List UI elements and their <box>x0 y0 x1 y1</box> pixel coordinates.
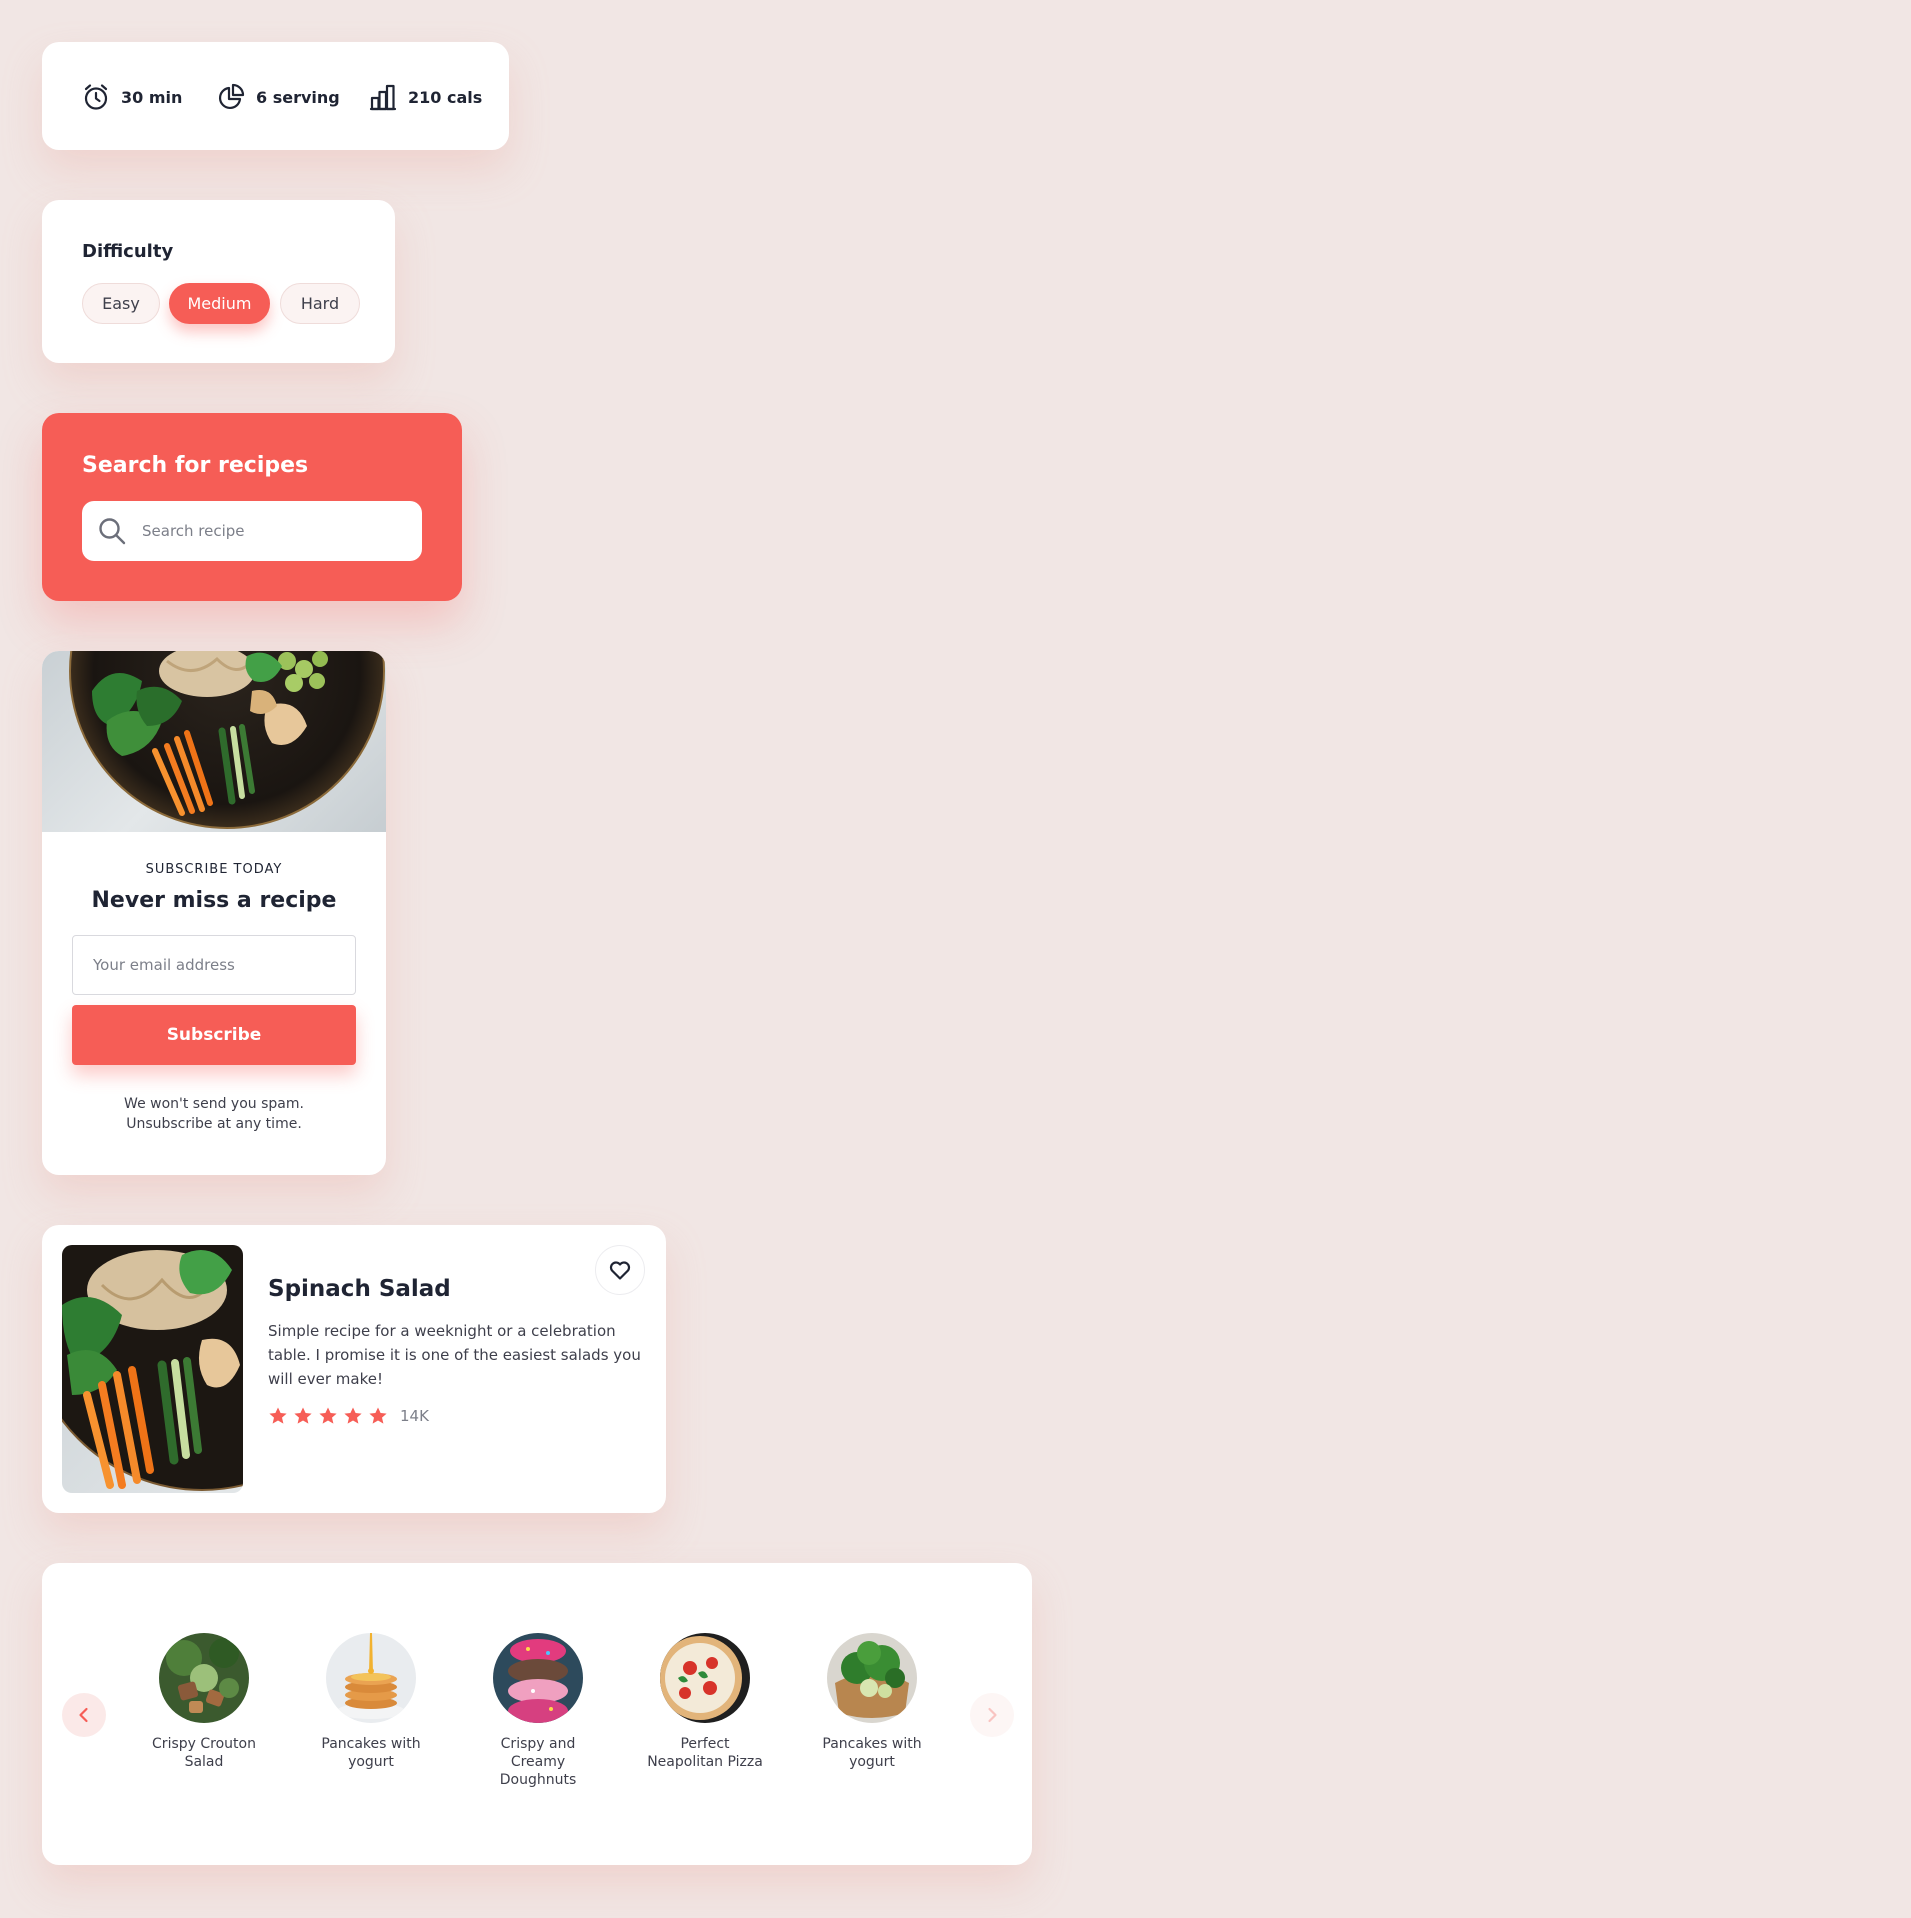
subscribe-note-line-2: Unsubscribe at any time. <box>126 1116 302 1132</box>
star-rating: 14K <box>268 1405 429 1427</box>
rating-count: 14K <box>400 1407 429 1425</box>
pancakes-thumbnail <box>326 1633 416 1723</box>
difficulty-option-medium[interactable]: Medium <box>169 283 270 324</box>
pie-chart-icon <box>218 83 245 110</box>
star-icon <box>318 1406 338 1426</box>
carousel-item-label: Crispy Crouton Salad <box>152 1736 256 1770</box>
subscribe-button[interactable]: Subscribe <box>72 1005 356 1065</box>
search-card: Search for recipes <box>42 413 462 601</box>
spinach-toast-thumbnail <box>827 1633 917 1723</box>
carousel-prev-button[interactable] <box>62 1693 106 1737</box>
stat-calories: 210 cals <box>368 82 482 112</box>
search-box[interactable] <box>82 501 422 561</box>
star-icon <box>368 1406 388 1426</box>
stat-time: 30 min <box>81 82 182 112</box>
alarm-clock-icon <box>84 84 108 110</box>
star-icon <box>343 1406 363 1426</box>
carousel-item-label: Pancakes with yogurt <box>321 1736 421 1770</box>
carousel-item-label: Pancakes with yogurt <box>822 1736 922 1770</box>
crouton-salad-thumbnail <box>159 1633 249 1723</box>
star-icon <box>293 1406 313 1426</box>
difficulty-title: Difficulty <box>82 241 174 262</box>
heart-icon <box>609 1261 631 1280</box>
recipe-carousel: Crispy Crouton Salad Pancakes with yogur… <box>42 1563 1032 1865</box>
email-field[interactable] <box>72 935 356 995</box>
recipe-card[interactable]: Spinach Salad Simple recipe for a weekni… <box>42 1225 666 1513</box>
stat-time-label: 30 min <box>121 87 183 107</box>
recipe-title[interactable]: Spinach Salad <box>268 1276 451 1302</box>
recipe-stats-card: 30 min 6 serving 210 cals <box>42 42 509 150</box>
recipe-description: Simple recipe for a weeknight or a celeb… <box>268 1322 641 1388</box>
favorite-button[interactable] <box>595 1245 645 1295</box>
difficulty-option-easy[interactable]: Easy <box>82 283 160 324</box>
stat-calories-label: 210 cals <box>408 87 483 107</box>
stat-servings: 6 serving <box>216 82 340 112</box>
bar-chart-icon <box>369 84 397 111</box>
difficulty-option-hard[interactable]: Hard <box>280 283 360 324</box>
chevron-right-icon <box>988 1707 997 1723</box>
search-title: Search for recipes <box>82 453 309 478</box>
salad-bowl-image <box>42 651 386 832</box>
subscribe-eyebrow: SUBSCRIBE TODAY <box>145 862 283 877</box>
subscribe-title: Never miss a recipe <box>91 888 337 913</box>
search-input[interactable] <box>142 501 412 561</box>
subscribe-card: SUBSCRIBE TODAY Never miss a recipe Subs… <box>42 651 386 1175</box>
difficulty-card: Difficulty Easy Medium Hard <box>42 200 395 363</box>
carousel-item-label: Perfect Neapolitan Pizza <box>647 1736 763 1770</box>
subscribe-note-line-1: We won't send you spam. <box>124 1096 304 1112</box>
subscribe-note: We won't send you spam. Unsubscribe at a… <box>42 1094 386 1134</box>
recipe-image <box>62 1245 243 1493</box>
star-icon <box>268 1406 288 1426</box>
carousel-next-button[interactable] <box>970 1693 1014 1737</box>
stars <box>268 1406 393 1426</box>
doughnuts-thumbnail <box>493 1633 583 1723</box>
pizza-thumbnail <box>660 1633 750 1723</box>
chevron-left-icon <box>79 1707 88 1723</box>
stat-servings-label: 6 serving <box>256 87 340 107</box>
carousel-item-label: Crispy and Creamy Doughnuts <box>499 1736 577 1788</box>
search-icon <box>99 518 126 545</box>
